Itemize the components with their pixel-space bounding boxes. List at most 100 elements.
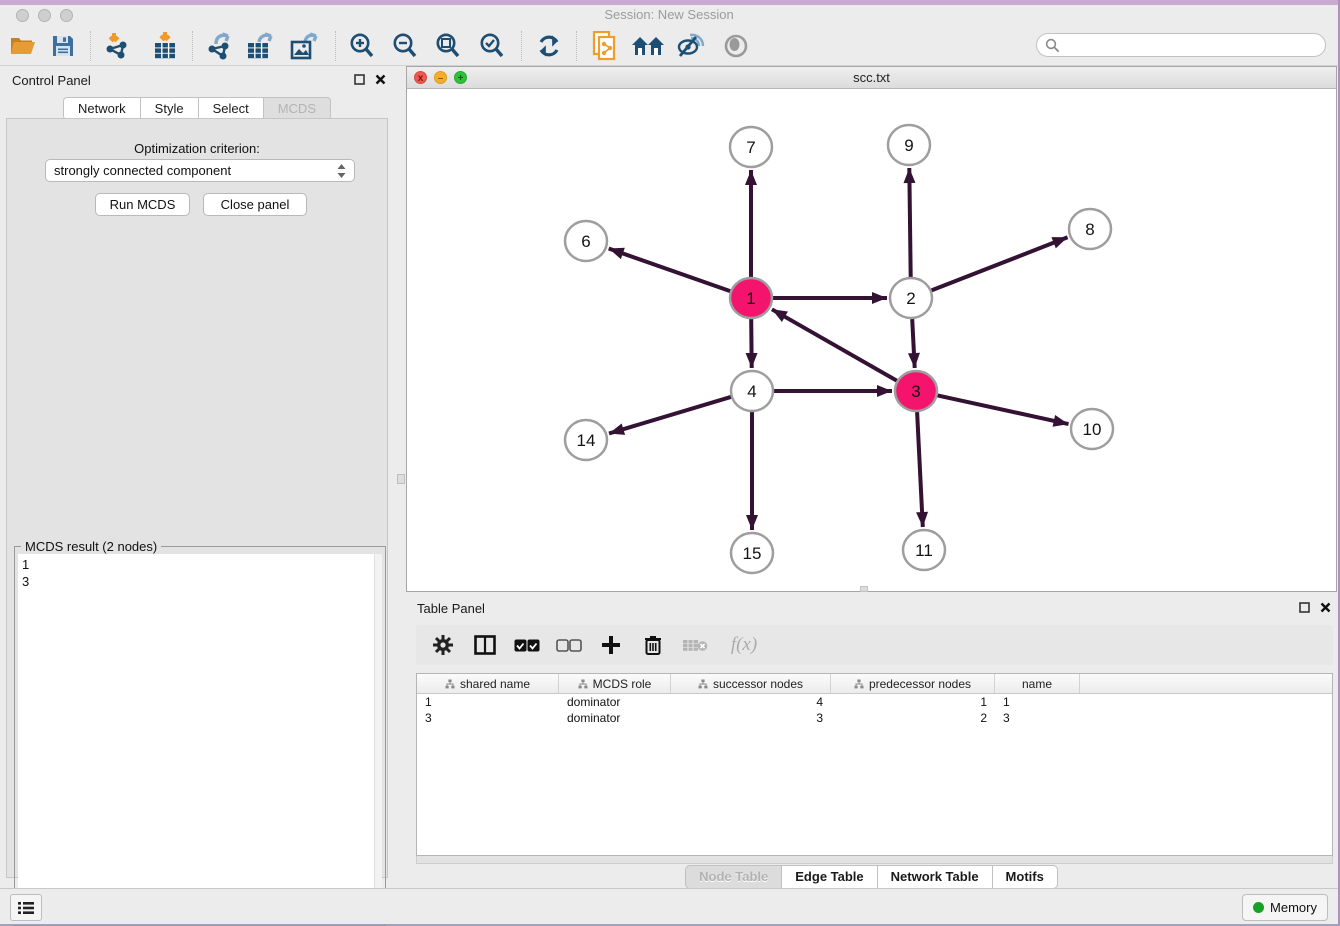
save-icon [51, 34, 75, 58]
tab-edge-table[interactable]: Edge Table [781, 865, 876, 889]
close-panel-icon[interactable] [375, 74, 386, 85]
export-image-button[interactable] [288, 30, 322, 62]
import-network-button[interactable] [100, 30, 134, 62]
add-column-button[interactable] [598, 632, 624, 658]
result-scrollbar[interactable] [374, 554, 382, 922]
graph-edge-1-4[interactable] [751, 319, 752, 368]
svg-text:6: 6 [581, 232, 590, 251]
graph-edge-2-9[interactable] [909, 168, 910, 277]
show-columns-button[interactable] [472, 632, 498, 658]
graph-node-10[interactable]: 10 [1071, 409, 1113, 449]
graph-node-9[interactable]: 9 [888, 125, 930, 165]
table-scroll-strip[interactable] [416, 856, 1333, 864]
close-panel-button[interactable]: Close panel [203, 193, 307, 216]
panel-splitter-handle[interactable] [397, 474, 405, 484]
hide-selected-button[interactable] [675, 30, 709, 62]
toolbar-separator [521, 31, 522, 61]
save-session-button[interactable] [46, 30, 80, 62]
graph-node-6[interactable]: 6 [565, 221, 607, 261]
first-neighbors-button[interactable] [631, 30, 665, 62]
tab-style[interactable]: Style [140, 97, 198, 120]
zoom-in-button[interactable] [345, 30, 379, 62]
graph-node-15[interactable]: 15 [731, 533, 773, 573]
app-titlebar[interactable]: Session: New Session [0, 5, 1338, 26]
open-session-button[interactable] [6, 30, 40, 62]
graph-node-7[interactable]: 7 [730, 127, 772, 167]
apply-layout-button[interactable] [532, 30, 566, 62]
graph-node-1[interactable]: 1 [730, 278, 772, 318]
graph-node-14[interactable]: 14 [565, 420, 607, 460]
search-input[interactable] [1065, 37, 1325, 54]
tab-motifs[interactable]: Motifs [992, 865, 1058, 889]
close-table-panel-icon[interactable] [1320, 602, 1331, 613]
tab-node-table[interactable]: Node Table [685, 865, 781, 889]
table-cell[interactable]: dominator [559, 694, 671, 710]
export-network-button[interactable] [202, 30, 236, 62]
table-cell[interactable]: 1 [995, 694, 1080, 710]
tab-mcds[interactable]: MCDS [263, 97, 331, 120]
tab-network-table[interactable]: Network Table [877, 865, 992, 889]
zoom-out-icon [391, 32, 419, 60]
run-mcds-button[interactable]: Run MCDS [95, 193, 190, 216]
table-row[interactable]: 1dominator411 [417, 694, 1332, 710]
graph-edge-3-11[interactable] [917, 412, 923, 527]
delete-table-button[interactable] [682, 632, 708, 658]
import-network-icon [102, 32, 132, 60]
mcds-result-text[interactable]: 1 3 [18, 554, 375, 922]
task-history-button[interactable] [10, 894, 42, 921]
optimization-criterion-select[interactable]: strongly connected component [45, 159, 355, 182]
graph-edge-3-1[interactable] [772, 309, 897, 380]
app-window: Session: New Session [0, 0, 1340, 926]
import-table-button[interactable] [148, 30, 182, 62]
export-table-button[interactable] [244, 30, 278, 62]
table-cell[interactable]: 3 [671, 710, 831, 726]
network-canvas[interactable]: 7 9 6 8 1 2 4 3 14 10 15 11 [407, 89, 1336, 591]
network-window-titlebar[interactable]: x – + scc.txt [407, 67, 1336, 89]
graph-edge-2-3[interactable] [912, 319, 915, 368]
zoom-out-button[interactable] [388, 30, 422, 62]
table-cell[interactable]: 3 [417, 710, 559, 726]
gear-icon [432, 634, 454, 656]
float-table-panel-icon[interactable] [1299, 602, 1310, 613]
graph-edge-2-8[interactable] [932, 237, 1068, 290]
node-table[interactable]: shared nameMCDS rolesuccessor nodesprede… [416, 673, 1333, 856]
deselect-all-button[interactable] [556, 632, 582, 658]
table-row[interactable]: 3dominator323 [417, 710, 1332, 726]
column-header-name[interactable]: name [995, 674, 1080, 693]
column-header-predecessor-nodes[interactable]: predecessor nodes [831, 674, 995, 693]
graph-edge-3-10[interactable] [938, 395, 1069, 424]
float-panel-icon[interactable] [354, 74, 365, 85]
table-cell[interactable]: 1 [417, 694, 559, 710]
table-cell[interactable]: 3 [995, 710, 1080, 726]
tab-network[interactable]: Network [63, 97, 140, 120]
canvas-resize-handle[interactable] [860, 586, 868, 592]
graph-edge-1-6[interactable] [609, 249, 731, 292]
control-panel-header: Control Panel [0, 66, 394, 94]
tab-select[interactable]: Select [198, 97, 263, 120]
table-cell[interactable]: 1 [831, 694, 995, 710]
graph-node-2[interactable]: 2 [890, 278, 932, 318]
table-cell[interactable]: 4 [671, 694, 831, 710]
graph-node-8[interactable]: 8 [1069, 209, 1111, 249]
function-builder-button[interactable]: f(x) [724, 632, 764, 658]
table-cell[interactable]: dominator [559, 710, 671, 726]
graph-node-11[interactable]: 11 [903, 530, 945, 570]
graph-node-4[interactable]: 4 [731, 371, 773, 411]
column-header-successor-nodes[interactable]: successor nodes [671, 674, 831, 693]
graph-edge-4-14[interactable] [609, 397, 731, 434]
column-header-shared-name[interactable]: shared name [417, 674, 559, 693]
show-all-button[interactable] [719, 30, 753, 62]
zoom-fit-button[interactable] [431, 30, 465, 62]
search-box[interactable] [1036, 33, 1326, 57]
table-cell[interactable]: 2 [831, 710, 995, 726]
memory-button[interactable]: Memory [1242, 894, 1328, 921]
select-all-button[interactable] [514, 632, 540, 658]
graph-node-3[interactable]: 3 [895, 371, 937, 411]
table-settings-button[interactable] [430, 632, 456, 658]
delete-column-button[interactable] [640, 632, 666, 658]
column-header-MCDS-role[interactable]: MCDS role [559, 674, 671, 693]
unchecked-boxes-icon [556, 639, 582, 652]
clone-network-button[interactable] [588, 30, 622, 62]
zoom-fit-icon [434, 32, 462, 60]
zoom-selected-button[interactable] [475, 30, 509, 62]
